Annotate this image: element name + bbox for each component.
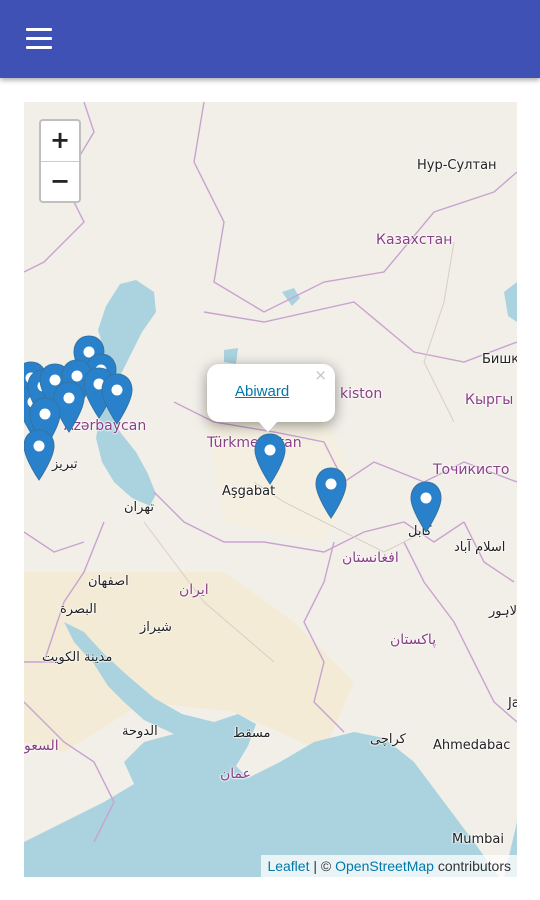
map-marker-icon[interactable] <box>100 372 134 428</box>
afghanistan-label: افغانستان <box>342 550 399 566</box>
osm-link[interactable]: OpenStreetMap <box>335 858 434 874</box>
map-marker-icon[interactable] <box>314 466 348 522</box>
hamburger-menu-icon[interactable] <box>26 28 54 50</box>
shiraz-label: شیراز <box>140 620 172 635</box>
leaflet-link[interactable]: Leaflet <box>267 858 309 874</box>
attribution-separator: | © <box>309 858 336 874</box>
zoom-out-button[interactable]: − <box>41 162 79 201</box>
karachi-label: کراچی <box>370 732 406 747</box>
map-view[interactable]: Нур-Султан Казахстан Бишк Кыргы kiston A… <box>24 102 517 877</box>
popup-close-icon[interactable]: × <box>314 366 327 384</box>
pakistan-label: پاکستان <box>390 632 437 648</box>
popup-title-link[interactable]: Abiward <box>235 383 289 400</box>
bishkek-label: Бишк <box>482 352 517 367</box>
popup-tip <box>257 420 279 432</box>
zoom-in-button[interactable]: + <box>41 121 79 162</box>
iran-label: ایران <box>179 582 209 598</box>
zoom-control: + − <box>39 119 81 203</box>
isfahan-label: اصفهان <box>88 574 129 589</box>
lahore-label: لاہور <box>489 604 517 619</box>
map-marker-icon[interactable] <box>409 480 443 536</box>
kazakhstan-label: Казахстан <box>376 232 453 248</box>
uzbekistan-label: kiston <box>340 386 383 402</box>
tehran-label: تهران <box>124 500 154 515</box>
map-marker-icon[interactable] <box>24 428 56 484</box>
kuwait-label: مدينة الكويت <box>42 650 113 665</box>
basra-label: البصرة <box>60 602 97 617</box>
tajikistan-label: Точикисто <box>433 462 510 478</box>
nur-sultan-label: Нур-Султан <box>417 158 497 173</box>
mumbai-label: Mumbai <box>452 832 504 847</box>
ahmedabad-label: Ahmedabac <box>433 738 511 753</box>
attribution-contributors: contributors <box>433 858 511 874</box>
doha-label: الدوحة <box>122 724 158 739</box>
saudi-label: السعو <box>24 738 59 754</box>
muscat-label: مسقط <box>233 726 271 741</box>
app-bar <box>0 0 540 78</box>
islamabad-label: اسلام آباد <box>454 540 506 555</box>
abiward-marker-icon[interactable] <box>253 432 287 488</box>
marker-popup: Abiward × <box>207 364 335 422</box>
map-attribution: Leaflet | © OpenStreetMap contributors <box>261 855 517 877</box>
ja-label: Ja <box>508 696 517 711</box>
kyrgyzstan-label: Кыргы <box>465 392 514 408</box>
oman-label: عمان <box>220 766 251 782</box>
